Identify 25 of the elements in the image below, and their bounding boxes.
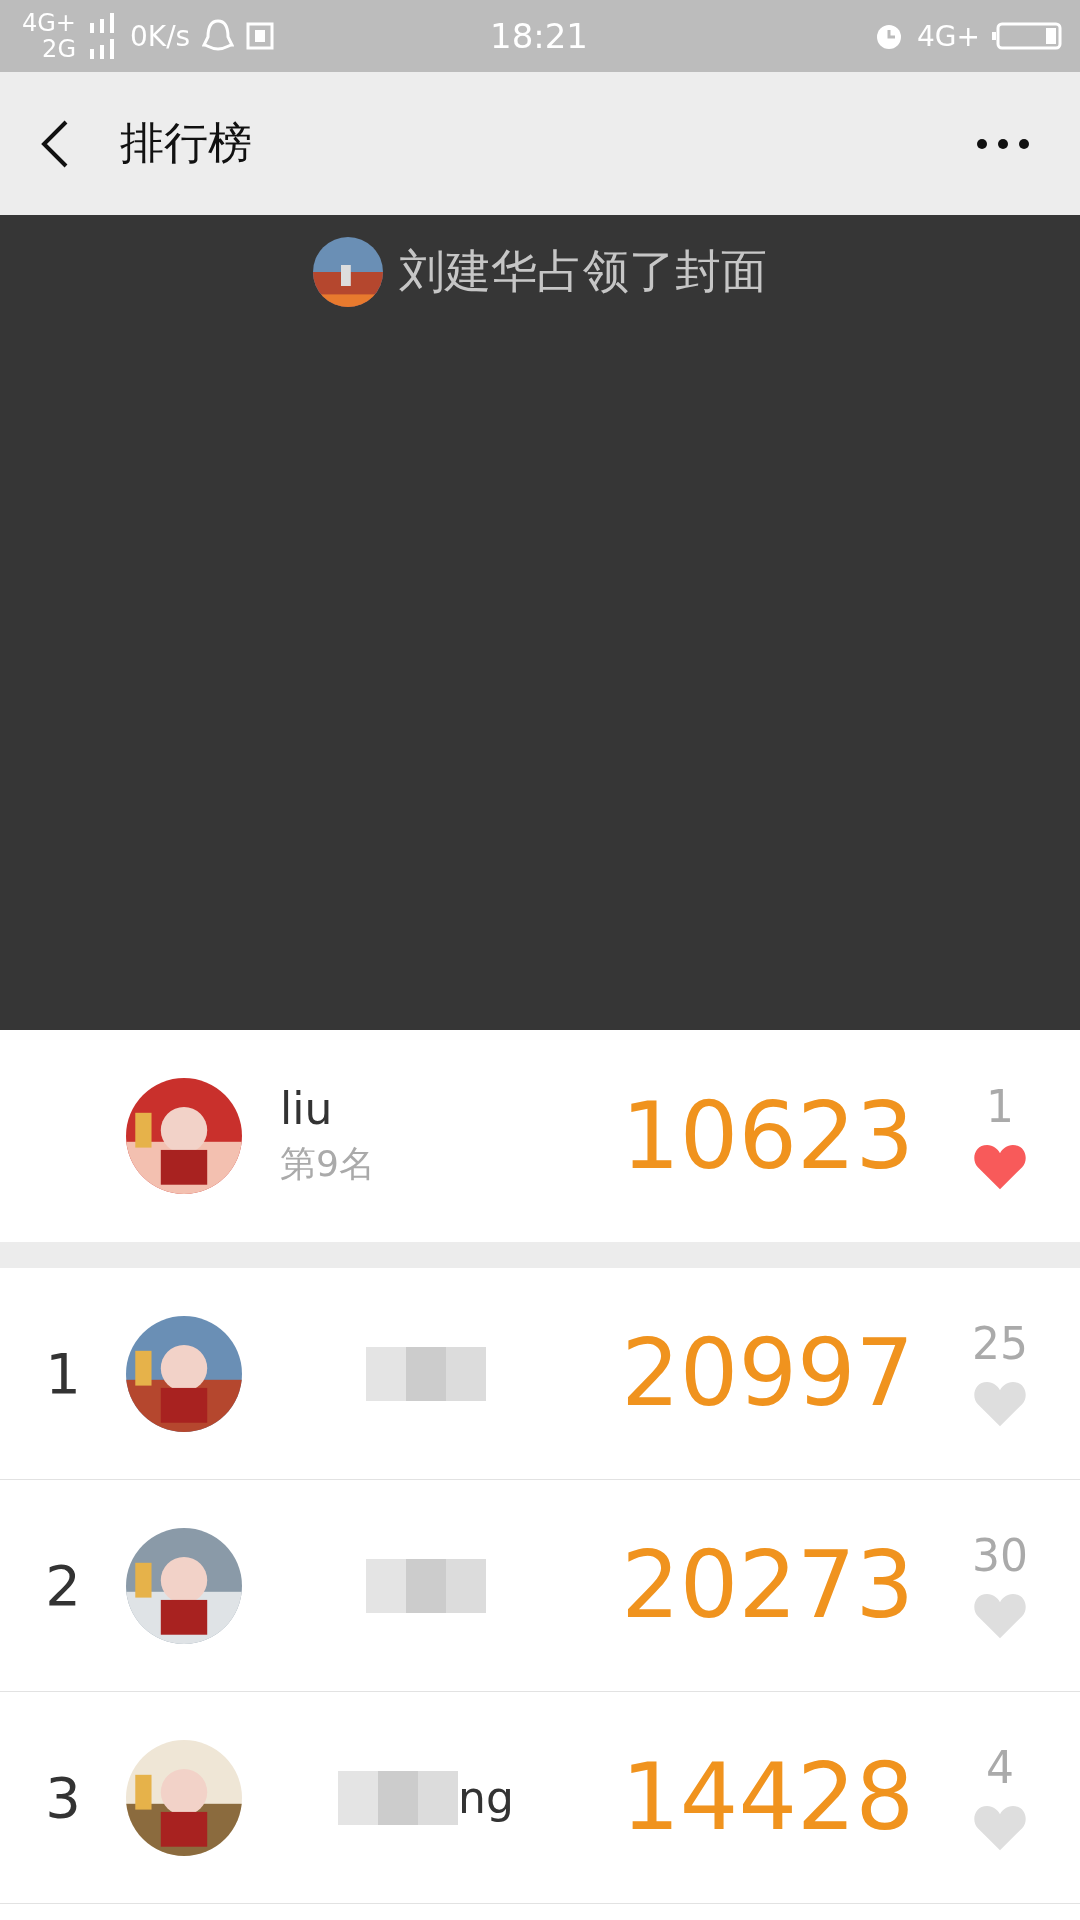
network-label: 4G+ xyxy=(917,19,980,53)
step-count: 14428 xyxy=(620,1744,915,1851)
step-count: 20997 xyxy=(620,1320,915,1427)
rank-number: 1 xyxy=(44,1341,82,1406)
battery-icon xyxy=(992,21,1064,51)
network-label: 4G+ xyxy=(22,10,76,36)
user-name: liu xyxy=(280,1083,334,1134)
like-count: 1 xyxy=(986,1080,1014,1132)
network-speed: 0K/s xyxy=(130,19,191,53)
user-name: ng xyxy=(458,1772,514,1823)
step-count: 20273 xyxy=(620,1532,915,1639)
like-count: 30 xyxy=(972,1530,1028,1581)
app-notification-icon xyxy=(246,22,275,50)
more-icon[interactable] xyxy=(976,137,1030,150)
like-count: 25 xyxy=(972,1318,1028,1369)
step-count: 10623 xyxy=(620,1082,915,1190)
rank-label: 第9名 xyxy=(280,1142,376,1186)
page-title: 排行榜 xyxy=(120,116,252,170)
rank-number: 2 xyxy=(44,1553,82,1618)
network-label: 2G xyxy=(42,36,76,62)
clock: 18:21 xyxy=(490,16,588,56)
like-count: 4 xyxy=(986,1742,1014,1793)
rank-number: 3 xyxy=(44,1765,82,1830)
cover-caption: 刘建华占领了封面 xyxy=(399,243,767,300)
back-icon[interactable] xyxy=(40,118,70,169)
